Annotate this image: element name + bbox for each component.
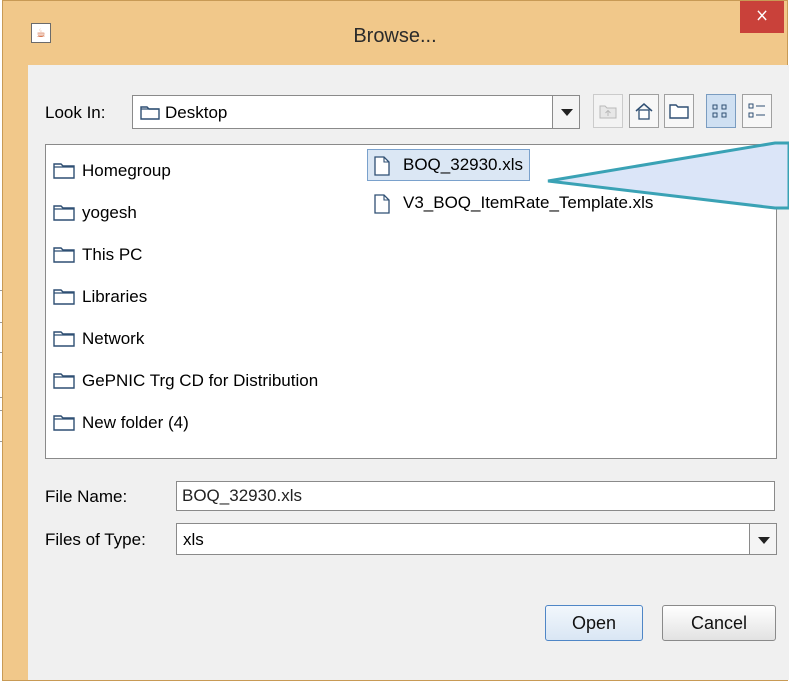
- folder-name: Homegroup: [82, 161, 171, 180]
- folder-name: Libraries: [82, 287, 148, 306]
- folder-icon: [53, 246, 75, 264]
- up-folder-icon: [599, 105, 617, 119]
- file-name: V3_BOQ_ItemRate_Template.xls: [403, 193, 654, 212]
- list-view-icon: [712, 104, 727, 118]
- file-name-input[interactable]: [176, 481, 775, 511]
- list-item[interactable]: yogesh: [53, 200, 137, 226]
- file-list[interactable]: Homegroup yogesh This PC Libraries Netwo…: [45, 144, 777, 459]
- dialog-title: Browse...: [353, 25, 437, 47]
- chevron-down-icon[interactable]: [749, 524, 776, 554]
- new-folder-button[interactable]: [664, 94, 694, 128]
- folder-name: GePNIC Trg CD for Distribution: [82, 371, 319, 390]
- folder-icon: [53, 288, 75, 306]
- folder-icon: [140, 105, 160, 120]
- folder-name: Network: [82, 329, 145, 348]
- folder-icon: [53, 330, 75, 348]
- home-button[interactable]: [629, 94, 659, 128]
- folder-icon: [53, 414, 75, 432]
- file-name: BOQ_32930.xls: [403, 155, 524, 174]
- chevron-down-icon[interactable]: [552, 96, 579, 128]
- details-view-icon: [748, 103, 765, 118]
- title-bar[interactable]: ☕ Browse... ×: [3, 1, 787, 64]
- new-folder-icon: [669, 104, 689, 119]
- list-item[interactable]: This PC: [53, 242, 142, 268]
- file-type-value: xls: [183, 530, 204, 549]
- cancel-button[interactable]: Cancel: [662, 605, 776, 641]
- close-button[interactable]: ×: [740, 1, 784, 33]
- file-type-combo[interactable]: xls: [176, 523, 777, 555]
- file-icon: [374, 156, 396, 176]
- home-icon: [635, 103, 653, 120]
- look-in-value: Desktop: [165, 103, 228, 122]
- list-view-button[interactable]: [706, 94, 736, 128]
- folder-icon: [53, 204, 75, 222]
- details-view-button[interactable]: [742, 94, 772, 128]
- folder-name: New folder (4): [82, 413, 189, 432]
- list-item[interactable]: Libraries: [53, 284, 147, 310]
- list-item[interactable]: New folder (4): [53, 410, 189, 436]
- folder-icon: [53, 162, 75, 180]
- list-item-selected[interactable]: BOQ_32930.xls: [367, 149, 531, 181]
- file-icon: [374, 194, 396, 214]
- list-item[interactable]: Homegroup: [53, 158, 171, 184]
- folder-name: yogesh: [82, 203, 137, 222]
- list-item[interactable]: V3_BOQ_ItemRate_Template.xls: [374, 190, 653, 216]
- open-button[interactable]: Open: [545, 605, 643, 641]
- folder-icon: [53, 372, 75, 390]
- look-in-combo[interactable]: Desktop: [132, 95, 580, 129]
- up-one-level-button[interactable]: [593, 94, 623, 128]
- file-type-label: Files of Type:: [45, 530, 146, 549]
- look-in-label: Look In:: [45, 103, 106, 122]
- file-name-label: File Name:: [45, 487, 128, 506]
- browse-dialog: ☕ Browse... × Look In: Desktop Homegroup…: [2, 0, 789, 681]
- list-item[interactable]: GePNIC Trg CD for Distribution: [53, 368, 318, 394]
- folder-name: This PC: [82, 245, 143, 264]
- dialog-content: Look In: Desktop Homegroup yogesh This P…: [28, 65, 789, 680]
- list-item[interactable]: Network: [53, 326, 144, 352]
